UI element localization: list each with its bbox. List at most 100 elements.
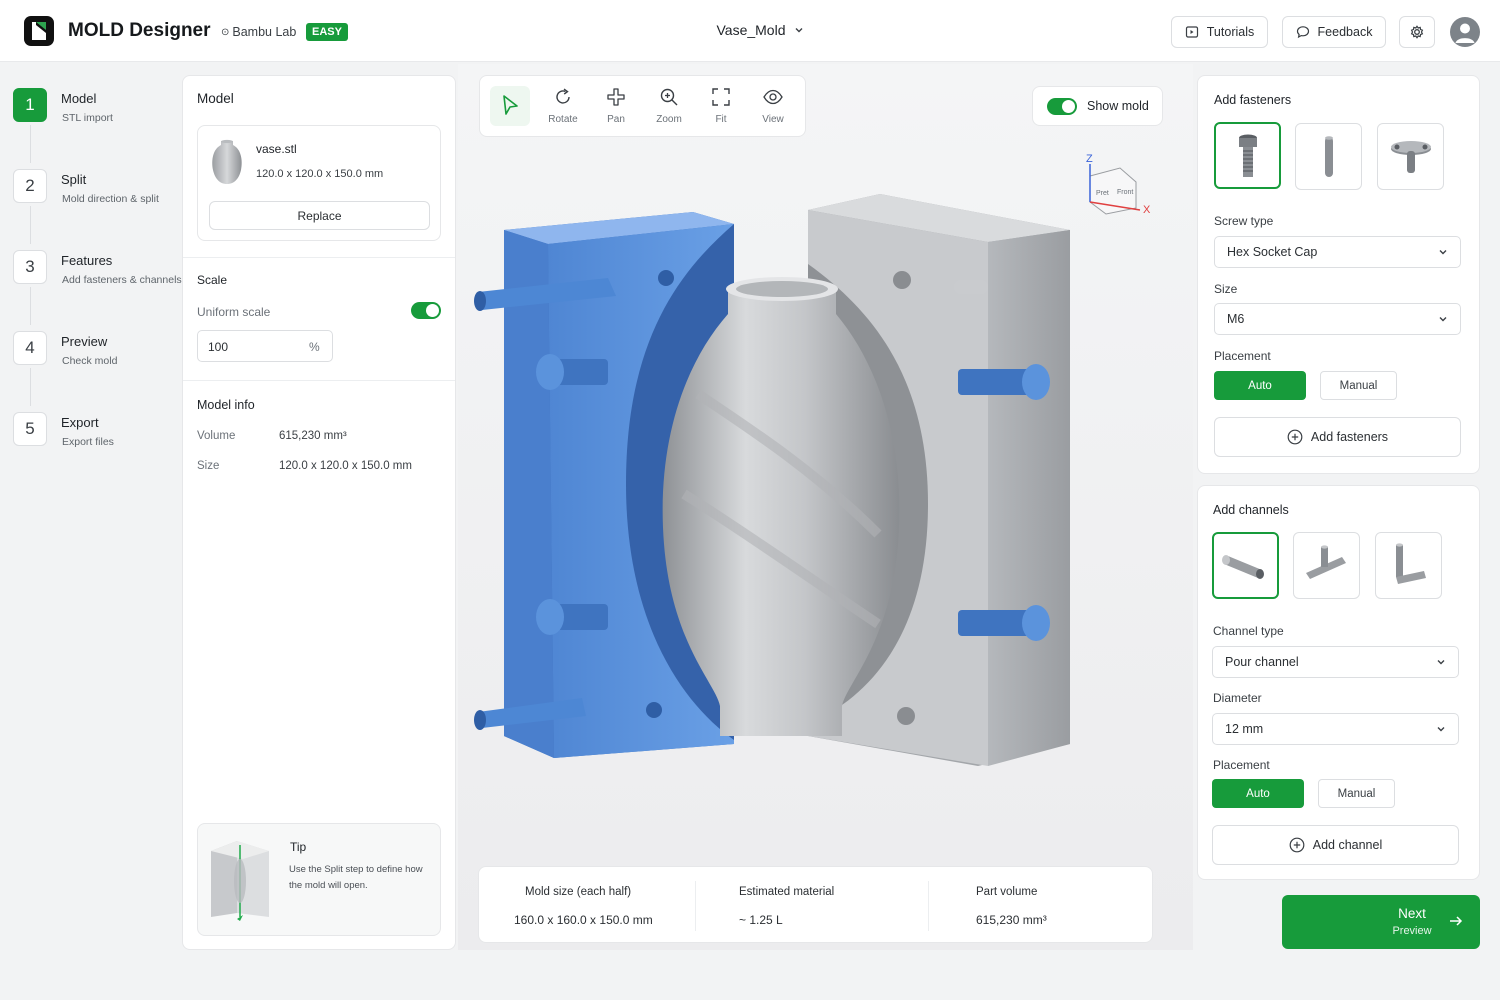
- scale-title: Scale: [197, 273, 228, 287]
- add-fasteners-button[interactable]: Add fasteners: [1214, 417, 1461, 457]
- step-subtitle: Export files: [62, 436, 114, 448]
- volume-value: 615,230 mm³: [279, 430, 347, 442]
- step-export[interactable]: 5 Export Export files: [13, 412, 183, 472]
- diameter-value: 12 mm: [1225, 722, 1264, 736]
- mold-size-label: Mold size (each half): [525, 886, 632, 898]
- view-tool[interactable]: View: [747, 75, 799, 137]
- fastener-size-select[interactable]: M6: [1214, 303, 1461, 335]
- plus-circle-icon: [1287, 429, 1303, 445]
- fastener-size-value: M6: [1227, 312, 1245, 326]
- step-title: Features: [61, 253, 113, 268]
- tip-illustration: [207, 837, 273, 921]
- eye-icon: [763, 89, 783, 105]
- step-title: Export: [61, 415, 99, 430]
- rotate-icon: [556, 88, 570, 104]
- app-title: MOLD Designer: [68, 20, 211, 41]
- plus-circle-icon: [1289, 837, 1305, 853]
- fastener-manual-button[interactable]: Manual: [1320, 371, 1397, 400]
- step-subtitle: Check mold: [62, 355, 118, 367]
- channel-type-select[interactable]: Pour channel: [1212, 646, 1459, 678]
- settings-button[interactable]: [1399, 16, 1435, 48]
- channel-manual-button[interactable]: Manual: [1318, 779, 1395, 808]
- clamp-icon: [1391, 141, 1431, 173]
- next-label: Next: [1398, 906, 1426, 921]
- part-volume-label: Part volume: [976, 886, 1038, 898]
- easy-badge: EASY: [306, 23, 348, 41]
- file-dimensions: 120.0 x 120.0 x 150.0 mm: [256, 168, 384, 180]
- step-preview[interactable]: 4 Preview Check mold: [13, 331, 183, 391]
- channel-placement-label: Placement: [1213, 758, 1270, 772]
- fastener-option-pin[interactable]: [1295, 123, 1362, 190]
- channel-auto-button[interactable]: Auto: [1212, 779, 1304, 808]
- step-number: 3: [13, 250, 47, 284]
- chevron-down-icon: [1437, 660, 1445, 665]
- select-tool[interactable]: [490, 86, 530, 126]
- part-volume-value: 615,230 mm³: [976, 913, 1047, 927]
- blue-screw-top: [536, 354, 608, 390]
- screw-type-select[interactable]: Hex Socket Cap: [1214, 236, 1461, 268]
- book-icon: [1185, 26, 1198, 38]
- user-avatar[interactable]: [1450, 17, 1480, 47]
- cursor-icon: [503, 95, 518, 115]
- scale-input[interactable]: 100 %: [197, 330, 333, 362]
- rotate-tool[interactable]: Rotate: [537, 75, 589, 137]
- zoom-label: Zoom: [656, 114, 682, 125]
- stat-mold-size: Mold size (each half) 160.0 x 160.0 x 15…: [479, 867, 696, 944]
- diameter-label: Diameter: [1213, 691, 1262, 705]
- add-fasteners-label: Add fasteners: [1310, 430, 1389, 444]
- channel-option-straight[interactable]: [1212, 532, 1279, 599]
- project-name: Vase_Mold: [716, 22, 786, 38]
- model-thumbnail: [210, 138, 244, 186]
- step-model[interactable]: 1 Model STL import: [13, 88, 183, 148]
- fastener-auto-button[interactable]: Auto: [1214, 371, 1306, 400]
- replace-button[interactable]: Replace: [209, 201, 430, 230]
- pan-tool[interactable]: Pan: [590, 75, 642, 137]
- channel-option-elbow[interactable]: [1375, 532, 1442, 599]
- channel-option-tee[interactable]: [1293, 532, 1360, 599]
- step-number: 1: [13, 88, 47, 122]
- project-name-dropdown[interactable]: Vase_Mold: [700, 22, 820, 38]
- stat-material: Estimated material ~ 1.25 L: [696, 867, 928, 944]
- size-label: Size: [197, 460, 220, 472]
- divider: [183, 380, 455, 381]
- chat-icon: [1296, 26, 1309, 39]
- add-channel-label: Add channel: [1312, 838, 1383, 852]
- zoom-tool[interactable]: Zoom: [643, 75, 695, 137]
- channel-type-label: Channel type: [1213, 624, 1284, 638]
- step-number: 5: [13, 412, 47, 446]
- step-split[interactable]: 2 Split Mold direction & split: [13, 169, 183, 229]
- step-features[interactable]: 3 Features Add fasteners & channels: [13, 250, 183, 310]
- feedback-button[interactable]: Feedback: [1282, 16, 1386, 48]
- scale-unit: %: [309, 340, 320, 354]
- fastener-option-screw[interactable]: [1214, 122, 1281, 189]
- show-mold-toggle[interactable]: [1047, 97, 1077, 115]
- fit-tool[interactable]: Fit: [695, 75, 747, 137]
- file-name: vase.stl: [256, 142, 297, 156]
- arrow-right-icon: [1448, 913, 1464, 932]
- step-number: 2: [13, 169, 47, 203]
- tip-title: Tip: [290, 840, 307, 854]
- tube-icon: [1222, 555, 1264, 579]
- next-sublabel: Preview: [1392, 925, 1432, 937]
- fastener-option-clamp[interactable]: [1377, 123, 1444, 190]
- show-mold-control[interactable]: Show mold: [1032, 86, 1163, 126]
- mold-size-value: 160.0 x 160.0 x 150.0 mm: [514, 913, 653, 927]
- material-value: ~ 1.25 L: [739, 913, 783, 927]
- chevron-down-icon: [1437, 727, 1445, 732]
- rotate-label: Rotate: [548, 114, 578, 125]
- diameter-select[interactable]: 12 mm: [1212, 713, 1459, 745]
- fasteners-title: Add fasteners: [1214, 93, 1292, 107]
- 3d-viewport[interactable]: [458, 64, 1193, 950]
- tutorials-button[interactable]: Tutorials: [1171, 16, 1268, 48]
- cube-face-front: Front: [1117, 189, 1134, 196]
- feedback-label: Feedback: [1317, 25, 1373, 39]
- app-logo: [24, 16, 54, 46]
- fastener-size-label: Size: [1214, 282, 1238, 296]
- uniform-scale-toggle[interactable]: [411, 302, 441, 319]
- add-channel-button[interactable]: Add channel: [1212, 825, 1459, 865]
- pin-icon: [1325, 136, 1333, 177]
- screw-icon: [1239, 134, 1257, 177]
- chevron-down-icon: [795, 28, 802, 33]
- elbow-channel-icon: [1396, 543, 1426, 584]
- step-subtitle: Mold direction & split: [62, 193, 159, 205]
